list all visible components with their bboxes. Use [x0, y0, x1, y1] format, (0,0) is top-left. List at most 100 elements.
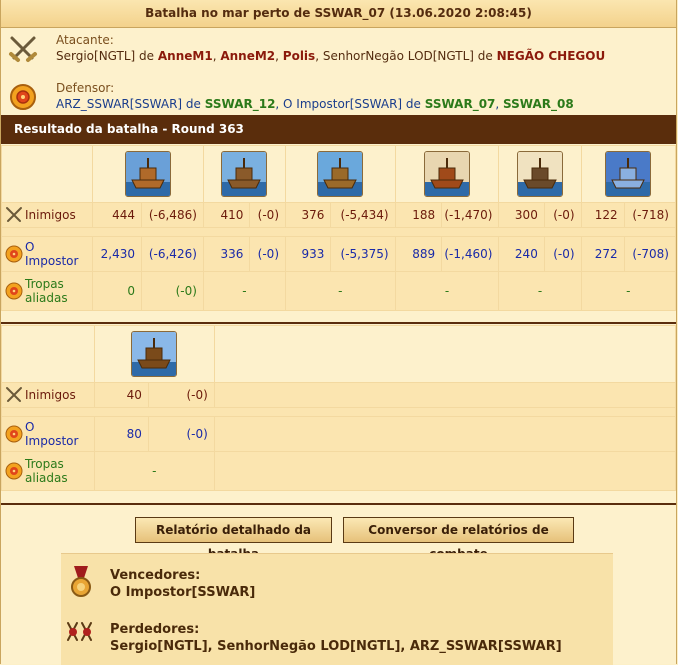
empty-cell	[213, 325, 677, 383]
defender-text: , O Impostor[SSWAR] de	[275, 97, 425, 111]
report-title: Batalha no mar perto de SSWAR_07 (13.06.…	[1, 0, 676, 28]
attacker-city-link[interactable]: Polis	[283, 49, 315, 63]
unit-image-cell	[498, 145, 582, 203]
row-label: O Impostor	[1, 236, 93, 272]
defender-city-link[interactable]: SSWAR_12	[205, 97, 276, 111]
unit-image-cell	[202, 145, 287, 203]
row-label: Tropas aliadas	[1, 451, 95, 491]
unit-loss-cell: (-0)	[249, 236, 286, 272]
unit-image-cell	[285, 145, 396, 203]
attacker-label: Atacante:	[56, 33, 114, 47]
unit-loss-cell: (-1,460)	[441, 236, 500, 272]
medal-icon	[71, 566, 91, 597]
unit-loss-cell: (-6,486)	[141, 202, 204, 228]
unit-count-cell: -	[285, 271, 396, 311]
unit-count-cell: 336	[202, 236, 251, 272]
unit-count-cell: 80	[93, 416, 149, 452]
unit-count-cell: -	[394, 271, 500, 311]
unit-loss-cell: (-708)	[623, 236, 677, 272]
attacker-city-link[interactable]: AnneM2	[220, 49, 275, 63]
row-label: O Impostor	[1, 416, 95, 452]
spacer	[1, 227, 676, 237]
row-label-wrap: Inimigos	[2, 386, 94, 404]
row-label-text[interactable]: O Impostor	[25, 240, 89, 268]
unit-images-row	[1, 145, 677, 203]
row-label-wrap: Tropas aliadas	[2, 457, 94, 485]
unit-loss-cell: (-0)	[543, 236, 582, 272]
troop-row: O Impostor 2,430 (-6,426) 336 (-0) 933 (-5,375…	[1, 236, 677, 272]
unit-count-cell: 240	[498, 236, 545, 272]
attacker-city-link[interactable]: AnneM1	[158, 49, 213, 63]
row-label: Inimigos	[1, 382, 95, 408]
allied-shield-icon	[5, 462, 23, 480]
spacer-row	[1, 407, 676, 417]
battle-result-box: Vencedores: O Impostor[SSWAR] Perdedores…	[61, 553, 613, 665]
row-label-text[interactable]: Inimigos	[25, 208, 89, 222]
troop-row: Tropas aliadas -	[1, 451, 677, 491]
allied-shield-icon	[5, 282, 23, 300]
unit-count-cell: 444	[91, 202, 143, 228]
row-label-wrap: O Impostor	[2, 240, 92, 268]
troop-row: Tropas aliadas 0 (-0) - - - - -	[1, 271, 677, 311]
empty-cell	[213, 451, 677, 491]
empty-cell	[213, 382, 677, 408]
unit-image-cell	[394, 145, 500, 203]
attacker-text: ,	[275, 49, 283, 63]
winners-value: O Impostor[SSWAR]	[110, 585, 256, 600]
spacer-row	[1, 227, 676, 237]
empty-cell	[213, 416, 677, 452]
attacker-section: Atacante: Sergio[NGTL] de AnneM1, AnneM2…	[1, 28, 676, 76]
unit-count-cell: -	[93, 451, 215, 491]
unit-count-cell: 933	[284, 236, 332, 272]
unit-loss-cell: (-5,375)	[330, 236, 396, 272]
shield-icon	[5, 245, 23, 263]
spacer	[1, 407, 676, 417]
defender-text: ,	[495, 97, 504, 111]
row-label-text[interactable]: O Impostor	[25, 420, 89, 448]
unit-image-cell	[93, 325, 215, 383]
detailed-report-button[interactable]: Relatório detalhado da batalha	[135, 517, 332, 561]
unit-loss-cell: (-0)	[249, 202, 286, 228]
row-label: Tropas aliadas	[1, 271, 93, 311]
unit-loss-cell: (-718)	[623, 202, 677, 228]
defender-city-link[interactable]: SSWAR_07	[425, 97, 496, 111]
row-label-text[interactable]: Tropas aliadas	[25, 277, 89, 305]
round-header: Resultado da batalha - Round 363	[1, 115, 676, 144]
battle-report-panel: Batalha no mar perto de SSWAR_07 (13.06.…	[0, 0, 677, 665]
paddle-steamer-icon	[605, 151, 652, 197]
unit-loss-cell: (-0)	[141, 271, 204, 311]
units-table-2: Inimigos 40 (-0) O Impostor 80 (-0) Tropas ali…	[1, 325, 677, 491]
attacker-text: , SenhorNegão LOD[NGTL] de	[315, 49, 497, 63]
unit-count-cell: -	[580, 271, 677, 311]
report-converter-button[interactable]: Conversor de relatórios de combate	[343, 517, 574, 561]
divider	[1, 322, 676, 324]
unit-count-cell: 2,430	[91, 236, 143, 272]
unit-count-cell: -	[498, 271, 582, 311]
troop-row: O Impostor 80 (-0)	[1, 416, 677, 452]
troop-row: Inimigos 444 (-6,486) 410 (-0) 376 (-5,434) 188…	[1, 202, 677, 228]
shield-icon	[10, 84, 36, 110]
units-table-1: Inimigos 444 (-6,486) 410 (-0) 376 (-5,434) 188…	[1, 145, 677, 311]
unit-count-cell: 272	[580, 236, 625, 272]
unit-count-cell: 889	[394, 236, 443, 272]
row-label: Inimigos	[1, 202, 93, 228]
defender-names: ARZ_SSWAR[SSWAR] de SSWAR_12, O Impostor…	[56, 97, 574, 111]
unit-count-cell: 300	[498, 202, 545, 228]
unit-loss-cell: (-0)	[147, 382, 215, 408]
unit-image-cell	[580, 145, 677, 203]
divider	[1, 503, 676, 505]
row-label-text[interactable]: Tropas aliadas	[25, 457, 89, 485]
row-label-text[interactable]: Inimigos	[25, 388, 89, 402]
row-label-wrap: Inimigos	[2, 206, 92, 224]
attacker-city-link[interactable]: NEGÃO CHEGOU	[497, 49, 606, 63]
winners-label: Vencedores:	[110, 568, 201, 583]
unit-count-cell: 188	[394, 202, 443, 228]
unit-loss-cell: (-1,470)	[441, 202, 500, 228]
unit-images-row	[1, 325, 677, 383]
crossed-swords-icon	[9, 36, 37, 62]
attacker-names: Sergio[NGTL] de AnneM1, AnneM2, Polis, S…	[56, 49, 605, 63]
unit-count-cell: -	[202, 271, 287, 311]
defender-city-link[interactable]: SSWAR_08	[503, 97, 574, 111]
unit-count-cell: 0	[91, 271, 143, 311]
shield-icon	[5, 425, 23, 443]
